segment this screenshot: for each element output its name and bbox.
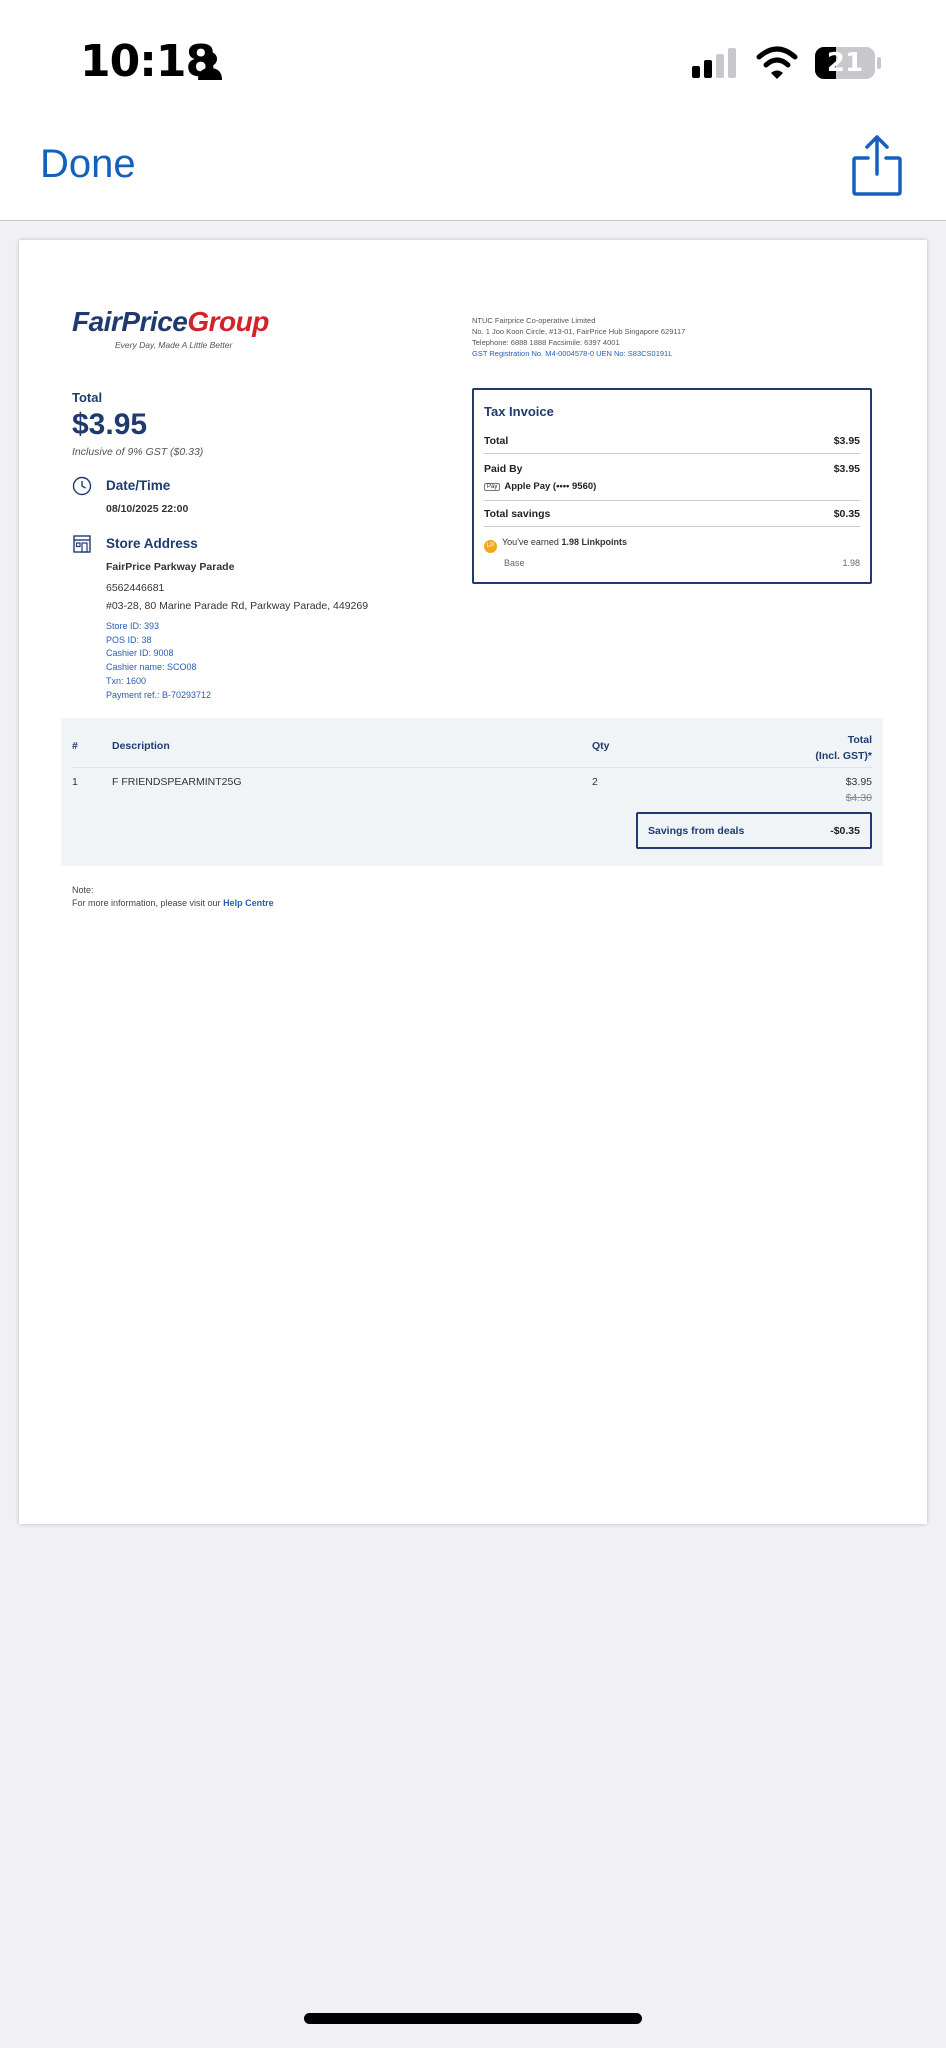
wifi-icon [756, 46, 798, 79]
note-text: For more information, please visit our H… [72, 898, 274, 908]
store-name: FairPrice Parkway Parade [106, 561, 235, 573]
item-qty: 2 [592, 776, 598, 788]
total-label: Total [72, 390, 103, 405]
status-time: 10:18 [80, 36, 216, 87]
share-icon[interactable] [850, 134, 904, 198]
footer-note: Note: For more information, please visit… [72, 884, 274, 910]
linkpoints-coin-icon: LP [484, 540, 497, 553]
col-header-description: Description [112, 740, 170, 752]
table-divider [72, 767, 872, 768]
linkpoints-base-row: Base 1.98 [504, 558, 860, 568]
col-header-qty: Qty [592, 740, 610, 752]
battery-indicator: 21 [814, 46, 882, 80]
cashier-name: Cashier name: SCO08 [106, 662, 197, 673]
done-button[interactable]: Done [40, 142, 136, 187]
note-label: Note: [72, 885, 94, 895]
tax-invoice-title: Tax Invoice [484, 404, 554, 419]
company-contact: Telephone: 6888 1888 Facsimile: 6397 400… [472, 338, 620, 347]
linkpoints-earned: LP You've earned 1.98 Linkpoints [484, 537, 627, 553]
datetime-title: Date/Time [106, 478, 171, 493]
apple-pay-icon: Pay [484, 483, 501, 491]
col-header-total: Total (Incl. GST)* [815, 734, 872, 762]
store-icon [73, 535, 91, 553]
cellular-signal-icon [692, 48, 736, 78]
total-amount: $3.95 [72, 408, 148, 441]
savings-from-deals-value: -$0.35 [830, 825, 860, 837]
savings-from-deals-box: Savings from deals -$0.35 [636, 812, 872, 849]
fairprice-group-logo: FairPriceGroup [72, 306, 269, 337]
cashier-id: Cashier ID: 9008 [106, 648, 174, 659]
divider [484, 526, 860, 527]
item-original-price: $4.30 [845, 792, 872, 804]
paid-by-row: Paid By $3.95 [484, 463, 860, 475]
savings-from-deals-label: Savings from deals [648, 825, 745, 837]
total-savings-row: Total savings $0.35 [484, 508, 860, 520]
item-price: $3.95 [845, 776, 872, 788]
divider [484, 453, 860, 454]
store-meta: Store ID: 393 POS ID: 38 Cashier ID: 900… [106, 620, 211, 702]
tax-total-row: Total $3.95 [484, 435, 860, 447]
payment-method: Pay Apple Pay (•••• 9560) [484, 481, 596, 492]
item-description: F FRIENDSPEARMINT25G [112, 776, 242, 788]
logo-tagline: Every Day, Made A Little Better [115, 340, 233, 350]
battery-level: 21 [826, 48, 864, 78]
col-header-num: # [72, 740, 78, 752]
store-id: Store ID: 393 [106, 621, 160, 631]
receipt-document: FairPriceGroup Every Day, Made A Little … [19, 240, 927, 1524]
company-name: NTUC Fairprice Co-operative Limited [472, 316, 596, 325]
home-indicator[interactable] [304, 2013, 642, 2024]
datetime-value: 08/10/2025 22:00 [106, 503, 189, 515]
pos-id: POS ID: 38 [106, 634, 152, 645]
person-icon [198, 52, 222, 80]
top-bar: 10:18 21 Done [0, 0, 946, 221]
divider [484, 500, 860, 501]
company-address: No. 1 Joo Koon Circle, #13-01, FairPrice… [472, 327, 686, 336]
company-registration: GST Registration No. M4-0004578-0 UEN No… [472, 349, 673, 358]
txn-number: Txn: 1600 [106, 675, 147, 686]
company-info: NTUC Fairprice Co-operative Limited No. … [472, 315, 685, 359]
clock-icon [72, 476, 92, 496]
tax-invoice-box: Tax Invoice Total $3.95 Paid By $3.95 Pay A… [472, 388, 872, 584]
gst-note: Inclusive of 9% GST ($0.33) [72, 446, 204, 458]
store-address-title: Store Address [106, 536, 198, 551]
store-phone: 6562446681 [106, 582, 165, 594]
payment-ref: Payment ref.: B-70293712 [106, 689, 212, 700]
help-centre-link[interactable]: Help Centre [223, 898, 274, 908]
item-num: 1 [72, 776, 78, 788]
store-street-address: #03-28, 80 Marine Parade Rd, Parkway Par… [106, 600, 369, 612]
